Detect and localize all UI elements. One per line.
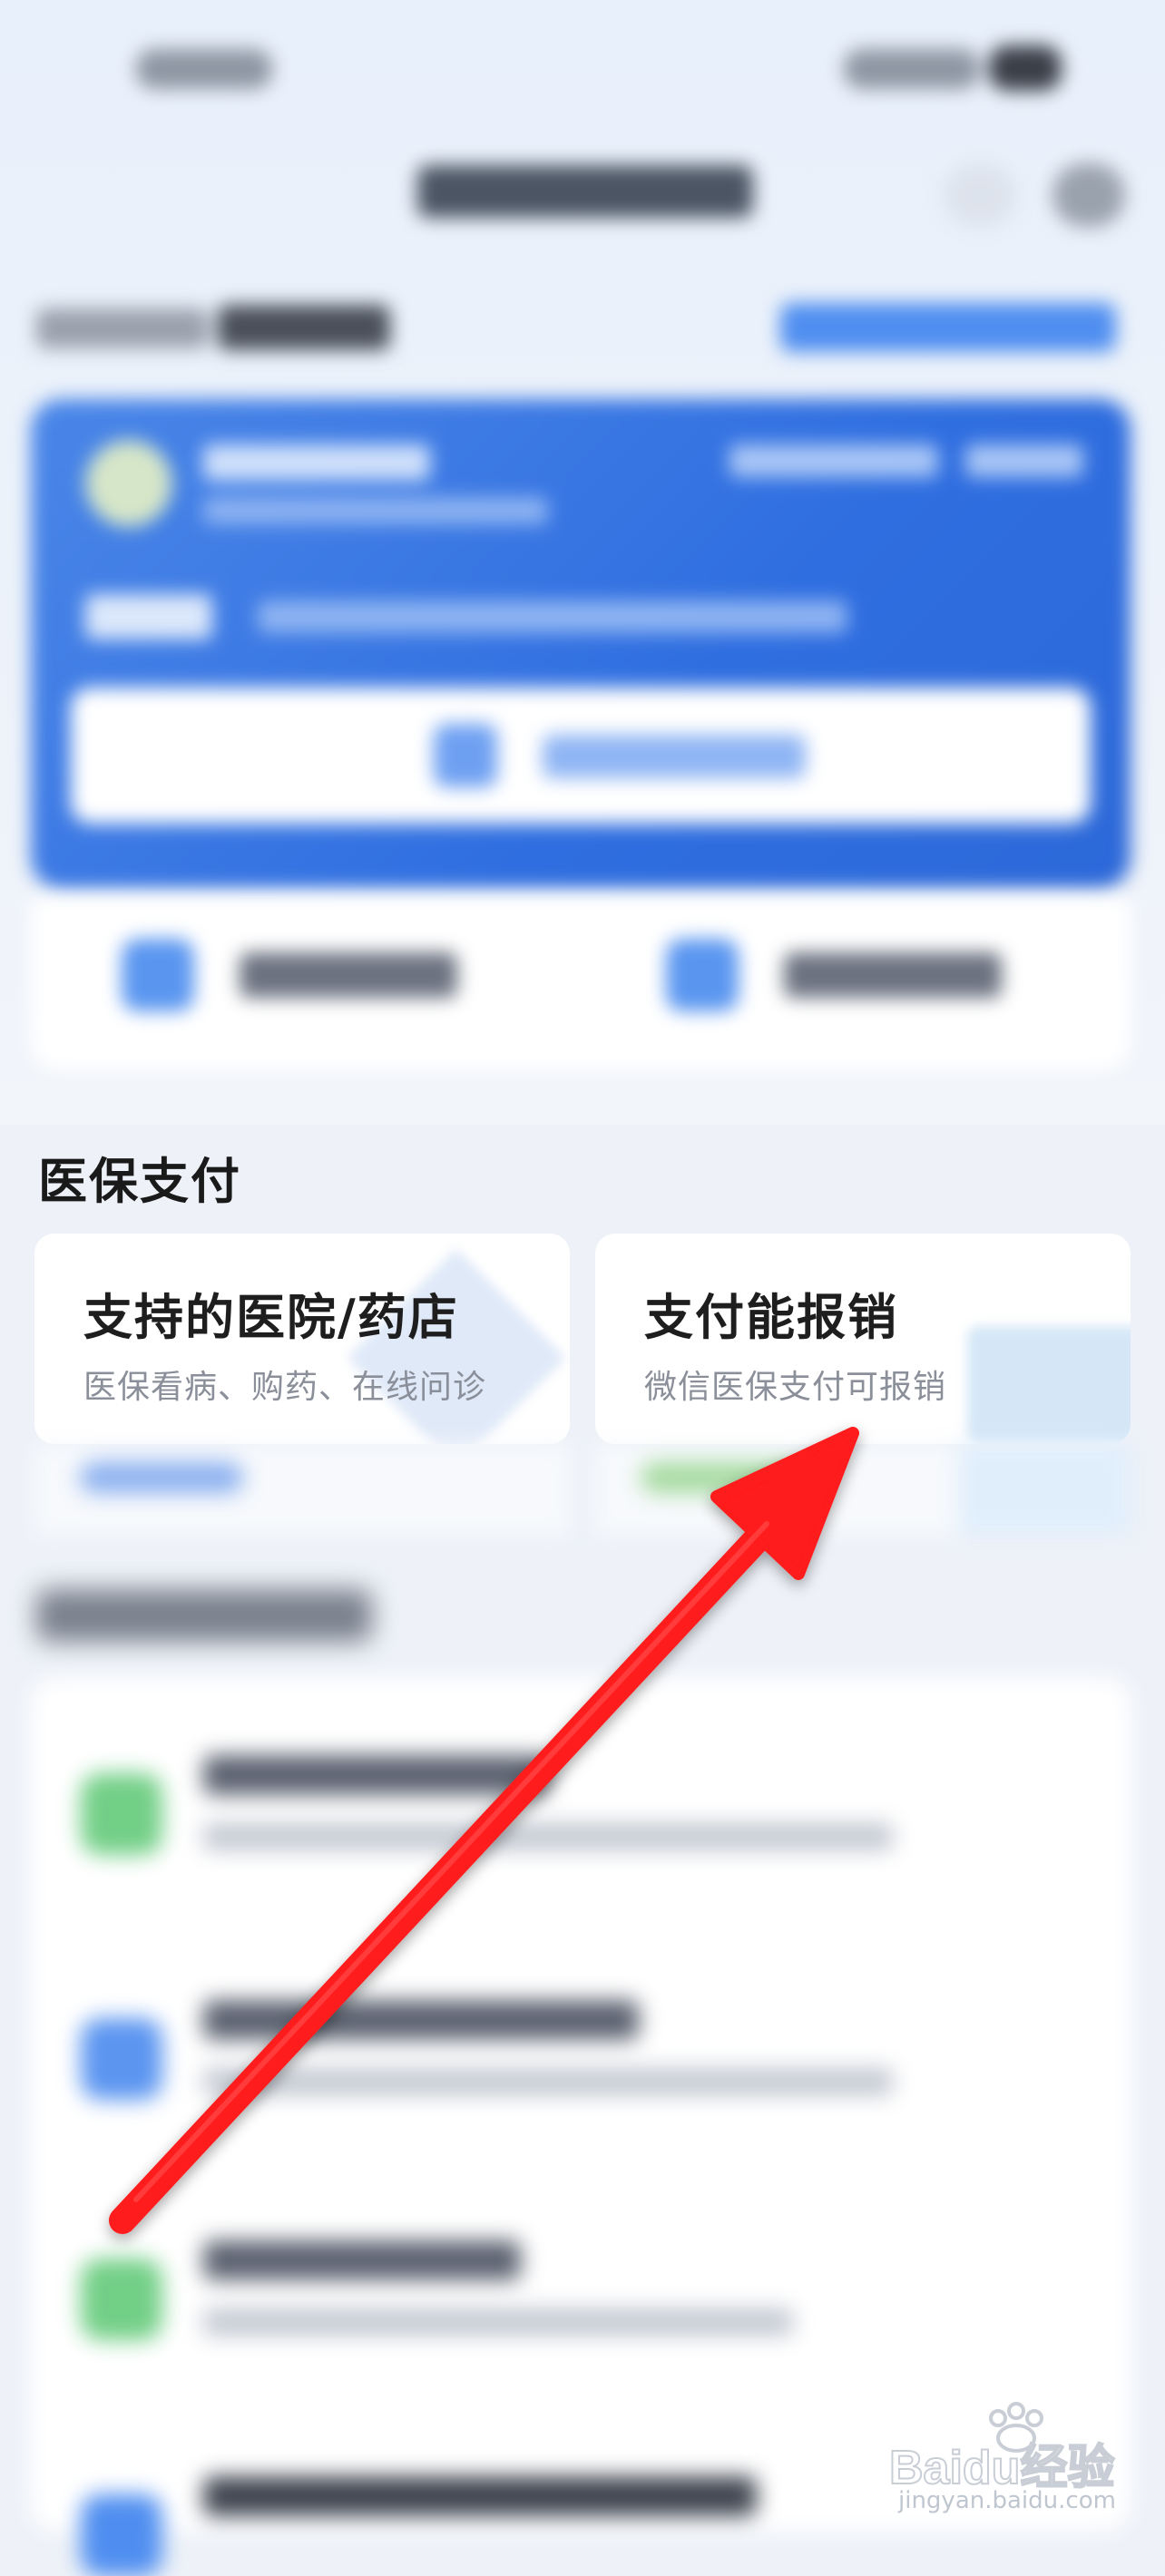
- card-title: 支持的医院/药店: [83, 1289, 459, 1346]
- location-row[interactable]: [0, 272, 1165, 372]
- card-subtitle: 医保看病、购药、在线问诊: [83, 1369, 487, 1406]
- more-icon[interactable]: [1052, 163, 1125, 227]
- watermark-logo: Baidu经验: [889, 2442, 1114, 2493]
- medical-card-icon: [434, 724, 497, 787]
- ticket-decoration: [858, 1235, 1131, 1444]
- card-footer-blur: [595, 1444, 1131, 1535]
- card-footer-blur: [34, 1444, 570, 1535]
- page-title: [417, 165, 753, 218]
- list-section-title: [36, 1589, 372, 1642]
- top-header: [0, 136, 1165, 263]
- section-title: 医保支付: [38, 1153, 241, 1210]
- pay-reimburse-card[interactable]: 支付能报销 微信医保支付可报销: [595, 1234, 1131, 1444]
- medical-card[interactable]: [31, 399, 1131, 889]
- quick-actions[interactable]: [31, 898, 1131, 1070]
- supported-hospitals-card[interactable]: 支持的医院/药店 医保看病、购药、在线问诊: [34, 1234, 570, 1444]
- avatar: [85, 440, 172, 527]
- status-bar: [0, 0, 1165, 136]
- watermark-url: jingyan.baidu.com: [898, 2487, 1116, 2514]
- back-icon[interactable]: [944, 163, 1016, 227]
- card-title: 支付能报销: [644, 1289, 898, 1346]
- card-subtitle: 微信医保支付可报销: [644, 1369, 947, 1406]
